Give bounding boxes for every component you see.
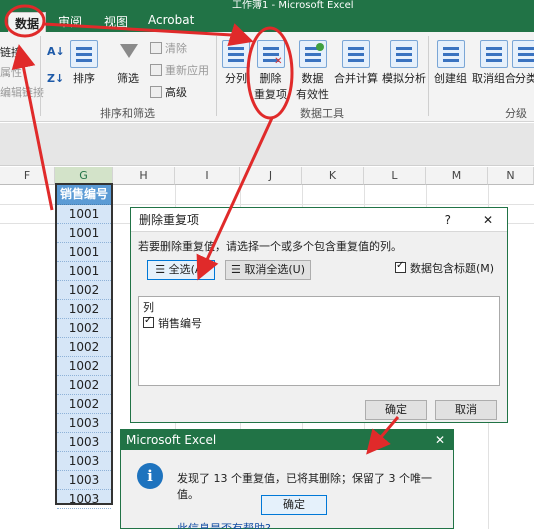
close-icon[interactable]: ✕ xyxy=(483,208,493,232)
title-bar: 工作簿1 - Microsoft Excel xyxy=(0,0,534,11)
cell[interactable]: 1003 xyxy=(57,490,111,509)
cell[interactable]: 1002 xyxy=(57,281,111,300)
columns-list[interactable]: 列 销售编号 xyxy=(138,296,500,386)
column-header-l[interactable]: L xyxy=(364,167,426,185)
cell[interactable]: 1001 xyxy=(57,243,111,262)
close-icon[interactable]: ✕ xyxy=(435,430,445,450)
cell[interactable]: 1001 xyxy=(57,224,111,243)
cell[interactable]: 1002 xyxy=(57,357,111,376)
reapply-button[interactable]: 重新应用 xyxy=(150,62,209,78)
headers-checkbox[interactable]: 数据包含标题(M) xyxy=(395,260,494,276)
sort-button[interactable]: 排序 xyxy=(70,40,98,86)
remove-duplicates-dialog: 删除重复项 ? ✕ 若要删除重复值，请选择一个或多个包含重复值的列。 ☰ 全选(… xyxy=(130,207,508,423)
select-all-button[interactable]: ☰ 全选(A) xyxy=(147,260,215,280)
ribbon-tab-bar: 数据 审阅 视图 Acrobat xyxy=(0,10,534,32)
checkbox-checked-icon xyxy=(395,260,406,273)
subtotal-icon xyxy=(512,40,534,68)
dialog-title-bar: Microsoft Excel ✕ xyxy=(121,430,453,450)
dialog-title: 删除重复项 xyxy=(139,213,200,227)
column-header-k[interactable]: K xyxy=(302,167,364,185)
ungroup-icon xyxy=(480,40,508,68)
help-icon[interactable]: ? xyxy=(445,208,451,232)
ribbon-separator xyxy=(40,36,41,116)
properties-label[interactable]: 属性 xyxy=(0,64,22,80)
remove-duplicates-icon xyxy=(256,40,285,68)
unselect-all-icon: ☰ xyxy=(230,263,241,276)
tab-data[interactable]: 数据 xyxy=(8,12,47,32)
message-dialog: Microsoft Excel ✕ i 发现了 13 个重复值，已将其删除；保留… xyxy=(120,429,454,529)
cell[interactable]: 1001 xyxy=(57,262,111,281)
filter-button[interactable]: 筛选 xyxy=(114,40,142,86)
cell-header-sales-id[interactable]: 销售编号 xyxy=(57,185,111,205)
ok-button[interactable]: 确定 xyxy=(365,400,427,420)
what-if-icon xyxy=(390,40,418,68)
sort-desc-icon[interactable]: Z↓ xyxy=(47,72,64,85)
cell[interactable]: 1002 xyxy=(57,300,111,319)
cell[interactable]: 1003 xyxy=(57,414,111,433)
sort-icon xyxy=(70,40,98,68)
tab-acrobat[interactable]: Acrobat xyxy=(148,13,194,27)
column-header-j[interactable]: J xyxy=(240,167,302,185)
cell[interactable]: 1003 xyxy=(57,433,111,452)
dialog-prompt: 若要删除重复值，请选择一个或多个包含重复值的列。 xyxy=(138,240,402,253)
formula-area-band xyxy=(0,123,534,166)
cell[interactable]: 1002 xyxy=(57,376,111,395)
ribbon-separator xyxy=(216,36,217,116)
tab-view[interactable]: 视图 xyxy=(104,13,128,30)
list-header: 列 xyxy=(143,301,154,314)
help-link[interactable]: 此信息是否有帮助? xyxy=(177,520,271,529)
edit-links-disabled-label[interactable]: 编辑链接 xyxy=(0,84,44,100)
edit-links-label[interactable]: 链接 xyxy=(0,44,22,60)
list-item[interactable]: 销售编号 xyxy=(143,315,202,331)
ribbon-separator xyxy=(428,36,429,116)
sort-asc-icon[interactable]: A↓ xyxy=(47,45,65,58)
cancel-button[interactable]: 取消 xyxy=(435,400,497,420)
filter-icon xyxy=(114,40,142,68)
remove-duplicates-button[interactable]: 删除 重复项 xyxy=(254,40,287,102)
consolidate-icon xyxy=(342,40,370,68)
checkbox-checked-icon xyxy=(143,315,154,328)
group-button[interactable]: 创建组 xyxy=(434,40,467,86)
cell[interactable]: 1002 xyxy=(57,338,111,357)
group-label-data-tools: 数据工具 xyxy=(300,107,344,120)
dialog-title: Microsoft Excel xyxy=(126,433,217,447)
subtotal-button[interactable]: 分类 xyxy=(512,40,534,86)
ungroup-button[interactable]: 取消组合 xyxy=(472,40,516,86)
tab-review[interactable]: 审阅 xyxy=(58,13,82,30)
data-validation-icon xyxy=(298,40,327,68)
reapply-icon xyxy=(150,64,162,76)
group-label-sort-filter: 排序和筛选 xyxy=(100,107,155,120)
consolidate-button[interactable]: 合并计算 xyxy=(334,40,378,86)
column-header-n[interactable]: N xyxy=(488,167,534,185)
text-to-columns-button[interactable]: 分列 xyxy=(222,40,250,86)
advanced-filter-button[interactable]: 高级 xyxy=(150,84,187,100)
selected-range-g[interactable]: 销售编号 1001 1001 1001 1001 1002 1002 1002 … xyxy=(55,183,113,509)
text-to-columns-icon xyxy=(222,40,250,68)
cell[interactable]: 1002 xyxy=(57,395,111,414)
column-header-h[interactable]: H xyxy=(113,167,175,185)
clear-filter-button[interactable]: 清除 xyxy=(150,40,187,56)
advanced-icon xyxy=(150,86,162,98)
cell[interactable]: 1003 xyxy=(57,471,111,490)
column-header-m[interactable]: M xyxy=(426,167,488,185)
unselect-all-button[interactable]: ☰ 取消全选(U) xyxy=(225,260,311,280)
group-icon xyxy=(436,40,465,68)
column-header-i[interactable]: I xyxy=(175,167,240,185)
clear-icon xyxy=(150,42,162,54)
dialog-title-bar: 删除重复项 ? ✕ xyxy=(131,208,507,232)
ok-button[interactable]: 确定 xyxy=(261,495,327,515)
select-all-icon: ☰ xyxy=(155,263,166,276)
column-header-f[interactable]: F xyxy=(0,167,55,185)
cell[interactable]: 1003 xyxy=(57,452,111,471)
cell[interactable]: 1001 xyxy=(57,205,111,224)
info-icon: i xyxy=(137,463,163,489)
cell[interactable]: 1002 xyxy=(57,319,111,338)
what-if-analysis-button[interactable]: 模拟分析 xyxy=(382,40,426,86)
data-validation-button[interactable]: 数据 有效性 xyxy=(296,40,329,102)
